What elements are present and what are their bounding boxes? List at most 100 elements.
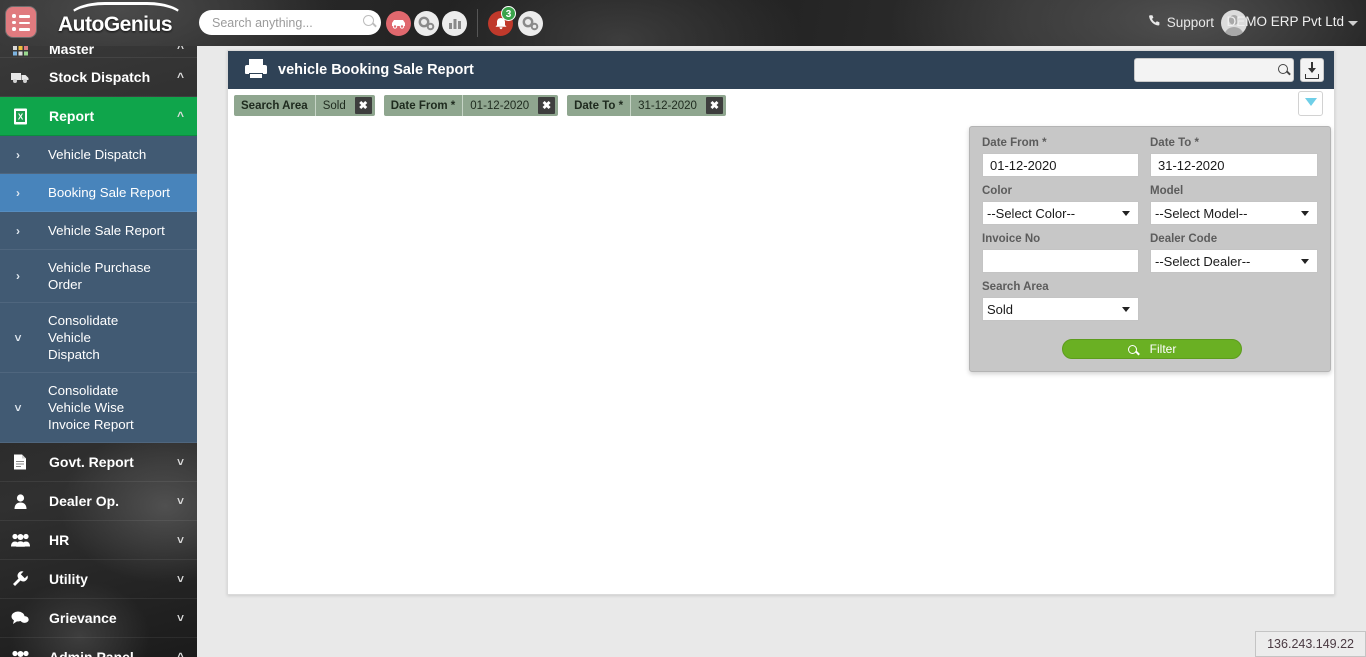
close-icon[interactable]: ✖	[538, 97, 556, 114]
sidebar-navigation: Master ^ Stock Dispatch ^ X Report ^ › V…	[0, 36, 197, 657]
field-dealer-code: Dealer Code --Select Dealer--	[1150, 233, 1318, 273]
sidebar-item-label: Govt. Report	[49, 454, 134, 470]
field-date-to: Date To *	[1150, 137, 1318, 177]
printer-icon	[245, 59, 267, 80]
filter-button-label: Filter	[1149, 342, 1177, 356]
sidebar-item-label: Vehicle Sale Report	[48, 223, 165, 238]
sidebar-item-booking-sale-report[interactable]: › Booking Sale Report	[0, 174, 197, 212]
sidebar-item-govt-report[interactable]: Govt. Report ˅	[0, 443, 197, 482]
chevron-down-icon: ˅	[14, 330, 22, 345]
sidebar-item-hr[interactable]: HR ˅	[0, 521, 197, 560]
sidebar-item-vehicle-sale-report[interactable]: › Vehicle Sale Report	[0, 212, 197, 250]
field-color: Color --Select Color--	[982, 185, 1150, 225]
chevron-down-icon[interactable]: ˅	[177, 455, 184, 469]
sidebar-item-consolidate-vehicle-wise-invoice-report[interactable]: ˅ Consolidate Vehicle Wise Invoice Repor…	[0, 373, 197, 443]
color-select[interactable]: --Select Color--	[982, 201, 1139, 225]
filter-panel: Date From * Date To * Color --Select Col…	[969, 126, 1331, 372]
chevron-up-icon[interactable]: ^	[177, 650, 184, 657]
sidebar-item-grievance[interactable]: Grievance ˅	[0, 599, 197, 638]
grid-icon	[0, 46, 40, 57]
field-date-from: Date From *	[982, 137, 1150, 177]
field-label: Date To *	[1150, 137, 1199, 149]
sidebar-item-vehicle-purchase-order[interactable]: › Vehicle Purchase Order	[0, 250, 197, 303]
sidebar-item-label: Consolidate Vehicle Wise Invoice Report	[48, 383, 134, 432]
field-invoice-no: Invoice No	[982, 233, 1150, 273]
page-title: vehicle Booking Sale Report	[278, 62, 474, 78]
sidebar-item-stock-dispatch[interactable]: Stock Dispatch ^	[0, 58, 197, 97]
chevron-down-icon[interactable]: ˅	[177, 494, 184, 508]
sidebar-item-label: Consolidate Vehicle Dispatch	[48, 313, 119, 362]
search-input[interactable]	[199, 10, 381, 35]
date-to-input[interactable]	[1150, 153, 1318, 177]
field-label: Invoice No	[982, 233, 1041, 245]
sidebar-item-label: Booking Sale Report	[48, 185, 170, 200]
sidebar-item-label: Stock Dispatch	[49, 69, 151, 85]
chat-bubble-icon	[0, 611, 40, 625]
sidebar-item-utility[interactable]: Utility ˅	[0, 560, 197, 599]
car-icon[interactable]	[386, 11, 411, 36]
chevron-right-icon: ›	[16, 185, 20, 200]
invoice-no-input[interactable]	[982, 249, 1139, 273]
chevron-up-icon[interactable]: ^	[177, 109, 184, 123]
chip-key: Search Area	[234, 95, 316, 116]
list-menu-icon[interactable]	[6, 7, 36, 37]
dealer-code-select[interactable]: --Select Dealer--	[1150, 249, 1318, 273]
chevron-down-icon[interactable]: ˅	[177, 533, 184, 547]
close-icon[interactable]: ✖	[705, 97, 723, 114]
filter-button[interactable]: Filter	[1062, 339, 1242, 359]
chevron-down-icon[interactable]: ˅	[177, 572, 184, 586]
bell-icon[interactable]: 3	[488, 6, 516, 36]
svg-text:X: X	[17, 112, 23, 121]
field-label: Date From *	[982, 137, 1047, 149]
sidebar-item-label: Dealer Op.	[49, 493, 120, 509]
chip-value: 01-12-2020	[470, 99, 530, 112]
sidebar-item-label: Utility	[49, 571, 88, 587]
wrench-icon	[0, 571, 40, 587]
date-from-input[interactable]	[982, 153, 1139, 177]
support-label: Support	[1166, 15, 1214, 30]
chip-key: Date From *	[384, 95, 464, 116]
sidebar-item-label: Grievance	[49, 610, 117, 626]
report-panel: vehicle Booking Sale Report Search Area …	[227, 50, 1335, 595]
support-link[interactable]: Support	[1148, 14, 1214, 30]
notification-badge: 3	[501, 6, 516, 21]
people-icon	[0, 533, 40, 547]
funnel-filter-icon[interactable]	[1298, 91, 1323, 116]
chevron-right-icon: ›	[16, 269, 20, 283]
field-label: Model	[1150, 185, 1184, 197]
field-search-area: Search Area Sold	[982, 281, 1150, 321]
panel-search-input[interactable]	[1134, 58, 1294, 82]
filter-chip-date-to[interactable]: Date To * 31-12-2020 ✖	[567, 95, 726, 116]
chevron-down-icon[interactable]: ˅	[177, 611, 184, 625]
field-label: Color	[982, 185, 1013, 197]
sidebar-item-label: HR	[49, 532, 70, 548]
model-select[interactable]: --Select Model--	[1150, 201, 1318, 225]
filter-chip-search-area[interactable]: Search Area Sold ✖	[234, 95, 375, 116]
brand-logo[interactable]: AutoGenius	[52, 0, 192, 46]
chevron-up-icon[interactable]: ^	[177, 70, 184, 84]
close-icon[interactable]: ✖	[354, 97, 372, 114]
search-area-select[interactable]: Sold	[982, 297, 1139, 321]
sidebar-item-vehicle-dispatch[interactable]: › Vehicle Dispatch	[0, 136, 197, 174]
brand-name: AutoGenius	[58, 13, 173, 36]
sidebar-item-consolidate-vehicle-dispatch[interactable]: ˅ Consolidate Vehicle Dispatch	[0, 303, 197, 373]
sidebar-item-label: Admin Panel	[49, 649, 134, 657]
sidebar-item-dealer-op[interactable]: Dealer Op. ˅	[0, 482, 197, 521]
chip-value: 31-12-2020	[638, 99, 697, 112]
sidebar-item-label: Report	[49, 108, 95, 124]
chart-icon[interactable]	[442, 11, 467, 36]
phone-icon	[1148, 14, 1161, 30]
field-label: Search Area	[982, 281, 1049, 293]
download-icon[interactable]	[1300, 58, 1324, 82]
user-name-label[interactable]: DEMO ERP Pvt Ltd	[1226, 14, 1344, 29]
sidebar-item-label: Vehicle Dispatch	[48, 147, 147, 162]
ip-address-badge: 136.243.149.22	[1255, 631, 1366, 657]
sidebar-item-label: Vehicle Purchase Order	[48, 260, 151, 292]
truck-icon	[0, 70, 40, 84]
chevron-down-icon[interactable]	[1348, 21, 1358, 26]
sidebar-item-admin-panel[interactable]: Admin Panel ^	[0, 638, 197, 657]
filter-chip-date-from[interactable]: Date From * 01-12-2020 ✖	[383, 95, 559, 116]
gears-icon[interactable]	[414, 11, 439, 36]
sidebar-item-report[interactable]: X Report ^	[0, 97, 197, 136]
gears-settings-icon[interactable]	[518, 11, 543, 36]
